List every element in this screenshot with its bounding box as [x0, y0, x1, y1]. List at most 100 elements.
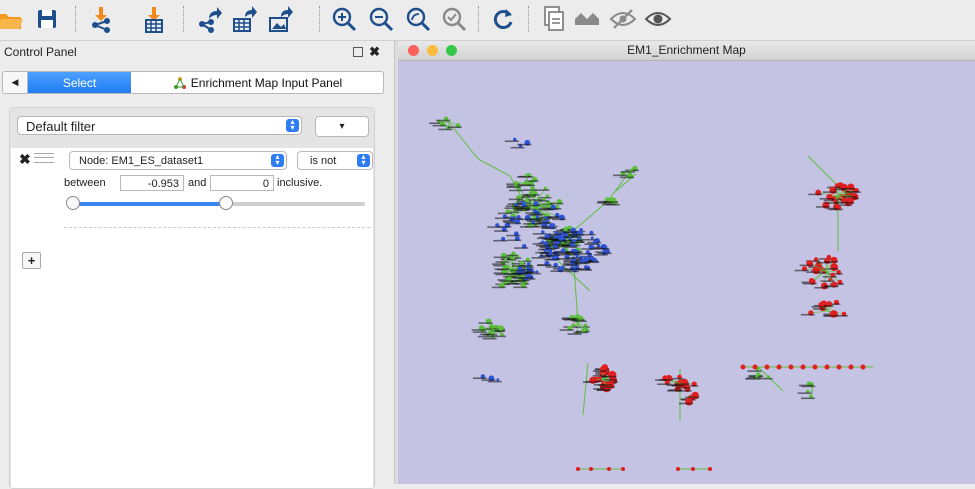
dropdown-arrow-icon: ▾ — [339, 121, 344, 132]
network-node — [608, 371, 616, 379]
node-label — [747, 377, 761, 379]
node-label — [523, 189, 537, 191]
select-arrows-icon: ▴▾ — [286, 119, 299, 132]
show-icon[interactable] — [641, 2, 675, 36]
node-label — [798, 392, 812, 394]
network-node — [801, 365, 806, 370]
node-label — [604, 201, 618, 203]
panel-tabs: ◀ Select Enrichment Map Input Panel — [2, 71, 384, 94]
node-label — [841, 188, 855, 190]
column-select-value: Node: EM1_ES_dataset1 — [79, 155, 203, 167]
zoom-in-icon[interactable] — [327, 2, 361, 36]
network-window: EM1_Enrichment Map — [398, 41, 975, 484]
add-condition-button[interactable]: + — [22, 252, 41, 269]
zoom-window-icon[interactable] — [446, 45, 457, 56]
network-node — [741, 365, 746, 370]
open-folder-icon[interactable] — [0, 2, 28, 36]
node-label — [568, 333, 582, 335]
node-label — [494, 257, 508, 259]
node-label — [843, 196, 857, 198]
node-label — [483, 338, 497, 340]
operator-select[interactable]: is not ▴▾ — [297, 151, 373, 170]
export-image-icon[interactable] — [264, 2, 298, 36]
node-label — [433, 125, 447, 127]
toolbar-separator — [528, 6, 529, 32]
node-label — [546, 266, 560, 268]
node-label — [567, 257, 581, 259]
export-network-icon[interactable] — [192, 2, 226, 36]
minimize-window-icon[interactable] — [427, 45, 438, 56]
zoom-selected-icon[interactable] — [437, 2, 471, 36]
node-label — [806, 271, 820, 273]
control-panel-title: Control Panel — [4, 45, 77, 59]
node-label — [570, 234, 584, 236]
tab-scroll-left-icon[interactable]: ◀ — [3, 72, 28, 93]
range-slider-fill — [73, 202, 226, 206]
node-label — [801, 397, 815, 399]
new-session-icon[interactable] — [536, 2, 570, 36]
column-select[interactable]: Node: EM1_ES_dataset1 ▴▾ — [69, 151, 287, 170]
close-window-icon[interactable] — [408, 45, 419, 56]
node-label — [824, 261, 838, 263]
node-label — [598, 253, 612, 255]
close-panel-icon[interactable]: ✖ — [369, 44, 380, 60]
node-label — [823, 315, 837, 317]
filter-preset-select[interactable]: Default filter ▴▾ — [17, 116, 302, 135]
hide-icon[interactable] — [606, 2, 640, 36]
zoom-out-icon[interactable] — [364, 2, 398, 36]
tab-enrichment-label: Enrichment Map Input Panel — [191, 76, 342, 90]
remove-condition-icon[interactable]: ✖ — [19, 151, 31, 168]
node-label — [659, 379, 673, 381]
network-node — [813, 365, 818, 370]
float-panel-icon[interactable] — [353, 47, 363, 57]
toolbar-separator — [319, 6, 320, 32]
max-input[interactable]: 0 — [210, 175, 274, 191]
node-label — [564, 242, 578, 244]
export-table-icon[interactable] — [228, 2, 262, 36]
network-canvas[interactable] — [398, 61, 975, 484]
network-node — [765, 365, 770, 370]
node-label — [540, 255, 554, 257]
node-label — [506, 235, 520, 237]
node-label — [511, 147, 525, 149]
zoom-fit-icon[interactable] — [401, 2, 435, 36]
node-label — [799, 385, 813, 387]
node-label — [808, 194, 822, 196]
node-label — [528, 214, 542, 216]
range-slider-min-thumb[interactable] — [66, 196, 80, 210]
node-label — [795, 270, 809, 272]
save-icon[interactable] — [30, 2, 64, 36]
show-hidden-icon[interactable] — [571, 2, 605, 36]
node-label — [594, 254, 608, 256]
drag-handle-icon[interactable] — [34, 153, 54, 163]
node-label — [487, 226, 501, 228]
node-label — [560, 329, 574, 331]
and-label: and — [188, 177, 206, 189]
node-label — [535, 252, 549, 254]
node-label — [478, 336, 492, 338]
import-network-icon[interactable] — [84, 2, 118, 36]
tab-enrichment-map-input[interactable]: Enrichment Map Input Panel — [132, 72, 383, 93]
node-label — [498, 213, 512, 215]
node-label — [574, 332, 588, 334]
tab-select[interactable]: Select — [28, 72, 131, 93]
node-label — [824, 286, 838, 288]
range-slider-max-thumb[interactable] — [219, 196, 233, 210]
network-node — [777, 365, 782, 370]
node-label — [811, 306, 825, 308]
network-window-title: EM1_Enrichment Map — [627, 43, 746, 57]
min-input[interactable]: -0.953 — [120, 175, 184, 191]
refresh-icon[interactable] — [486, 2, 520, 36]
node-label — [520, 226, 534, 228]
node-label — [621, 171, 635, 173]
filter-options-button[interactable]: ▾ — [315, 116, 369, 137]
node-label — [436, 120, 450, 122]
node-label — [529, 199, 543, 201]
node-label — [544, 259, 558, 261]
node-label — [537, 238, 551, 240]
import-table-icon[interactable] — [137, 2, 171, 36]
toolbar-separator — [183, 6, 184, 32]
node-label — [576, 268, 590, 270]
node-label — [472, 329, 486, 331]
node-label — [675, 383, 689, 385]
